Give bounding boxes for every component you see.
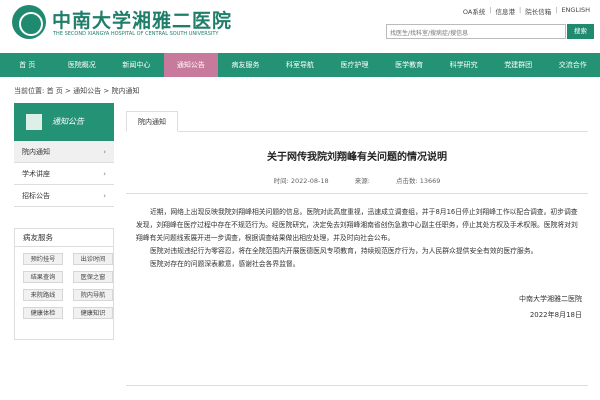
- search-button[interactable]: 搜索: [567, 24, 594, 39]
- divider: |: [555, 6, 558, 14]
- service-health-check[interactable]: 健康体检: [23, 307, 63, 319]
- tab-bar: 院内通知: [126, 103, 588, 132]
- nav-item-exchange[interactable]: 交流合作: [545, 53, 600, 77]
- service-health-knowledge[interactable]: 健康知识: [73, 307, 113, 319]
- logo-cn-text[interactable]: 中南大学湘雅二医院: [52, 6, 232, 33]
- top-link-oa[interactable]: OA系统: [463, 6, 485, 16]
- building-icon: [26, 114, 42, 130]
- site-header: 中南大学湘雅二医院 THE SECOND XIANGYA HOSPITAL OF…: [0, 0, 600, 52]
- article-views: 点击数: 13669: [395, 177, 441, 185]
- service-hospital-nav[interactable]: 院内导航: [73, 289, 113, 301]
- service-results[interactable]: 结果查询: [23, 271, 63, 283]
- search-input[interactable]: 找医生/找科室/搜病症/搜信息: [386, 24, 566, 39]
- sidebar-item-bidding[interactable]: 招标公告: [14, 185, 114, 207]
- nav-item-education[interactable]: 医学教育: [382, 53, 437, 77]
- nav-item-news[interactable]: 新闻中心: [109, 53, 164, 77]
- sidebar: 通知公告 院内通知 学术讲座 招标公告: [14, 103, 114, 207]
- nav-item-notice[interactable]: 通知公告: [163, 53, 219, 77]
- breadcrumb[interactable]: 当前位置: 首 页 > 通知公告 > 院内通知: [14, 86, 139, 96]
- article-paragraph-2: 医院对违规违纪行为零容忍，将在全院范围内开展医德医风专项教育，持续规范医疗行为，…: [150, 247, 538, 255]
- service-appointment[interactable]: 预约挂号: [23, 253, 63, 265]
- nav-item-overview[interactable]: 医院概况: [55, 53, 110, 77]
- service-clinic-hours[interactable]: 出诊时间: [73, 253, 113, 265]
- top-link-info[interactable]: 信息港: [496, 6, 516, 16]
- nav-item-home[interactable]: 首 页: [0, 53, 55, 77]
- patient-services-grid: 预约挂号 出诊时间 结果查询 医保之窗 来院路线 院内导航 健康体检 健康知识: [15, 247, 113, 319]
- article-date: 时间: 2022-08-18: [273, 177, 329, 185]
- article-meta: 时间: 2022-08-18 来源: 点击数: 13669: [126, 175, 588, 185]
- nav-item-party[interactable]: 党建群团: [491, 53, 546, 77]
- divider: |: [489, 6, 492, 14]
- article-paragraph-3: 医院对存在的问题深表歉意，感谢社会各界监督。: [150, 260, 300, 268]
- sidebar-title: 通知公告: [52, 117, 84, 126]
- nav-item-patient-services[interactable]: 病友服务: [218, 53, 273, 77]
- sidebar-item-academic-lectures[interactable]: 学术讲座: [14, 163, 114, 185]
- divider: |: [519, 6, 522, 14]
- sidebar-header: 通知公告: [14, 103, 114, 141]
- service-insurance[interactable]: 医保之窗: [73, 271, 113, 283]
- patient-services-title: 病友服务: [15, 229, 113, 247]
- article-signature-date: 2022年8月18日: [529, 311, 582, 319]
- sidebar-item-internal-notice[interactable]: 院内通知: [14, 141, 114, 163]
- article-title: 关于网传我院刘翔峰有关问题的情况说明: [267, 152, 447, 163]
- top-links: OA系统 | 信息港 | 院长信箱 | ENGLISH: [463, 6, 590, 16]
- patient-services-panel: 病友服务 预约挂号 出诊时间 结果查询 医保之窗 来院路线 院内导航 健康体检 …: [14, 228, 114, 340]
- content-bottom-divider: [126, 385, 588, 386]
- article-paragraph-1: 近期，网络上出现反映我院刘翔峰相关问题的信息。医院对此高度重视，迅速成立调查组，…: [136, 208, 578, 242]
- nav-item-medical-care[interactable]: 医疗护理: [327, 53, 382, 77]
- main-content: 院内通知 关于网传我院刘翔峰有关问题的情况说明 时间: 2022-08-18 来…: [126, 103, 588, 386]
- main-nav: 首 页 医院概况 新闻中心 通知公告 病友服务 科室导航 医疗护理 医学教育 科…: [0, 53, 600, 77]
- article-source: 来源:: [354, 177, 370, 185]
- tab-internal-notice[interactable]: 院内通知: [126, 111, 178, 132]
- divider: [126, 193, 588, 194]
- hospital-logo-icon[interactable]: [12, 5, 46, 39]
- service-route[interactable]: 来院路线: [23, 289, 63, 301]
- nav-item-departments[interactable]: 科室导航: [273, 53, 328, 77]
- top-link-mailbox[interactable]: 院长信箱: [525, 6, 551, 16]
- logo-en-text: THE SECOND XIANGYA HOSPITAL OF CENTRAL S…: [53, 31, 219, 37]
- article-signature: 中南大学湘雅二医院: [519, 295, 582, 303]
- nav-item-research[interactable]: 科学研究: [436, 53, 491, 77]
- top-link-english[interactable]: ENGLISH: [561, 6, 590, 16]
